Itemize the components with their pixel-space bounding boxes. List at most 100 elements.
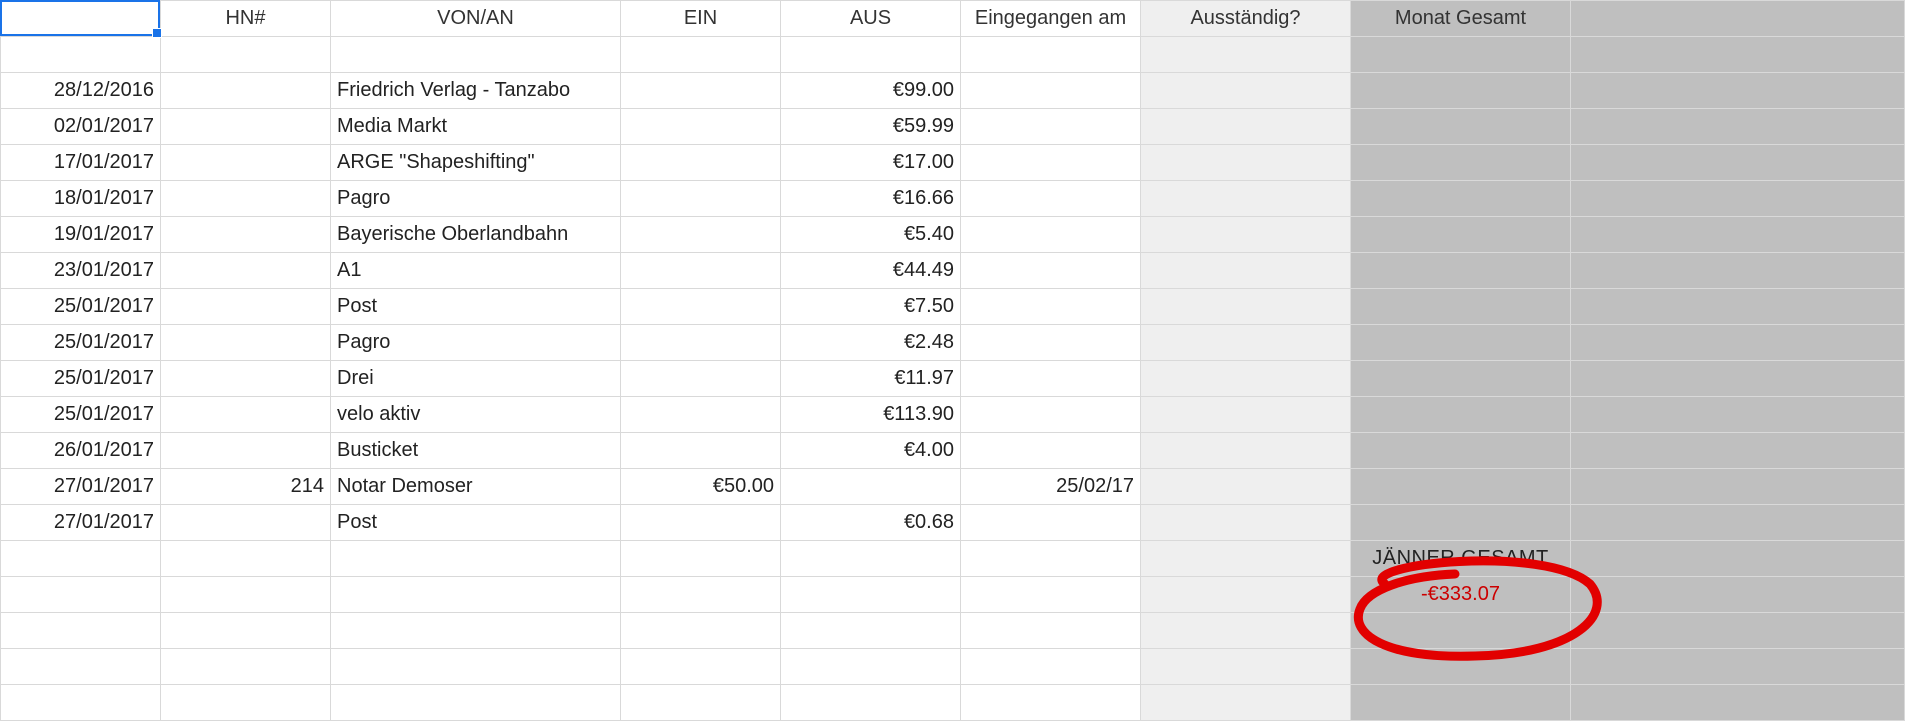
cell-von[interactable]: Bayerische Oberlandbahn: [331, 217, 621, 253]
cell-date[interactable]: 27/01/2017: [1, 469, 161, 505]
cell-ein[interactable]: [621, 397, 781, 433]
cell-monat[interactable]: [1351, 433, 1571, 469]
cell-date[interactable]: 02/01/2017: [1, 109, 161, 145]
cell[interactable]: [161, 577, 331, 613]
cell-aus[interactable]: [781, 469, 961, 505]
cell[interactable]: [1, 613, 161, 649]
cell-monat[interactable]: [1351, 73, 1571, 109]
cell-eing[interactable]: [961, 145, 1141, 181]
cell[interactable]: [331, 649, 621, 685]
cell[interactable]: [621, 37, 781, 73]
cell-aus[interactable]: €4.00: [781, 433, 961, 469]
cell[interactable]: [1, 37, 161, 73]
cell-eing[interactable]: 25/02/17: [961, 469, 1141, 505]
header-tail[interactable]: [1571, 1, 1905, 37]
cell-eing[interactable]: [961, 109, 1141, 145]
cell[interactable]: [331, 685, 621, 721]
cell-eing[interactable]: [961, 217, 1141, 253]
cell-tail[interactable]: [1571, 73, 1905, 109]
cell-monat[interactable]: [1351, 469, 1571, 505]
cell-hn[interactable]: [161, 433, 331, 469]
header-ausstaendig[interactable]: Ausständig?: [1141, 1, 1351, 37]
cell-ein[interactable]: €50.00: [621, 469, 781, 505]
cell-aust[interactable]: [1141, 433, 1351, 469]
cell-eing[interactable]: [961, 397, 1141, 433]
cell[interactable]: [781, 649, 961, 685]
cell-aus[interactable]: €17.00: [781, 145, 961, 181]
cell-monat[interactable]: [1351, 505, 1571, 541]
cell[interactable]: [1571, 37, 1905, 73]
cell-hn[interactable]: [161, 253, 331, 289]
cell-aust[interactable]: [1141, 289, 1351, 325]
cell-tail[interactable]: [1571, 109, 1905, 145]
cell[interactable]: [1351, 37, 1571, 73]
cell-ein[interactable]: [621, 181, 781, 217]
cell[interactable]: [1, 577, 161, 613]
cell-aust[interactable]: [1141, 73, 1351, 109]
cell[interactable]: [1351, 685, 1571, 721]
cell[interactable]: [161, 37, 331, 73]
header-monat-gesamt[interactable]: Monat Gesamt: [1351, 1, 1571, 37]
cell-date[interactable]: 17/01/2017: [1, 145, 161, 181]
cell[interactable]: [781, 577, 961, 613]
cell-date[interactable]: 18/01/2017: [1, 181, 161, 217]
cell-von[interactable]: Media Markt: [331, 109, 621, 145]
cell[interactable]: [781, 37, 961, 73]
cell-ein[interactable]: [621, 433, 781, 469]
cell-aust[interactable]: [1141, 217, 1351, 253]
cell-hn[interactable]: [161, 361, 331, 397]
summary-value[interactable]: -€333.07: [1351, 577, 1571, 613]
cell-date[interactable]: 28/12/2016: [1, 73, 161, 109]
cell-tail[interactable]: [1571, 217, 1905, 253]
cell-tail[interactable]: [1571, 325, 1905, 361]
cell[interactable]: [331, 613, 621, 649]
cell-date[interactable]: 25/01/2017: [1, 397, 161, 433]
cell[interactable]: [961, 613, 1141, 649]
cell-monat[interactable]: [1351, 217, 1571, 253]
header-von[interactable]: VON/AN: [331, 1, 621, 37]
cell-tail[interactable]: [1571, 181, 1905, 217]
header-hn[interactable]: HN#: [161, 1, 331, 37]
cell-von[interactable]: Post: [331, 289, 621, 325]
cell-hn[interactable]: [161, 217, 331, 253]
cell[interactable]: [1141, 541, 1351, 577]
cell-monat[interactable]: [1351, 181, 1571, 217]
cell-hn[interactable]: [161, 109, 331, 145]
cell[interactable]: [161, 541, 331, 577]
cell[interactable]: [621, 577, 781, 613]
cell[interactable]: [1, 541, 161, 577]
cell[interactable]: [1351, 649, 1571, 685]
cell-aust[interactable]: [1141, 181, 1351, 217]
cell-aust[interactable]: [1141, 397, 1351, 433]
cell-ein[interactable]: [621, 109, 781, 145]
cell-date[interactable]: 19/01/2017: [1, 217, 161, 253]
cell[interactable]: [1571, 541, 1905, 577]
cell[interactable]: [1141, 577, 1351, 613]
cell[interactable]: [1571, 613, 1905, 649]
cell[interactable]: [1, 685, 161, 721]
cell-aust[interactable]: [1141, 253, 1351, 289]
cell-monat[interactable]: [1351, 253, 1571, 289]
cell-ein[interactable]: [621, 361, 781, 397]
cell-aust[interactable]: [1141, 469, 1351, 505]
cell-ein[interactable]: [621, 289, 781, 325]
cell[interactable]: [621, 613, 781, 649]
cell-aus[interactable]: €5.40: [781, 217, 961, 253]
cell-hn[interactable]: [161, 73, 331, 109]
cell[interactable]: [1141, 37, 1351, 73]
cell-von[interactable]: Drei: [331, 361, 621, 397]
cell[interactable]: [961, 541, 1141, 577]
cell-tail[interactable]: [1571, 433, 1905, 469]
cell-von[interactable]: velo aktiv: [331, 397, 621, 433]
cell-eing[interactable]: [961, 289, 1141, 325]
cell-date[interactable]: 23/01/2017: [1, 253, 161, 289]
cell-eing[interactable]: [961, 361, 1141, 397]
cell-hn[interactable]: 214: [161, 469, 331, 505]
cell-date[interactable]: 26/01/2017: [1, 433, 161, 469]
cell-von[interactable]: A1: [331, 253, 621, 289]
cell[interactable]: [1571, 577, 1905, 613]
cell[interactable]: [961, 577, 1141, 613]
cell-von[interactable]: Post: [331, 505, 621, 541]
cell-hn[interactable]: [161, 289, 331, 325]
cell-eing[interactable]: [961, 253, 1141, 289]
